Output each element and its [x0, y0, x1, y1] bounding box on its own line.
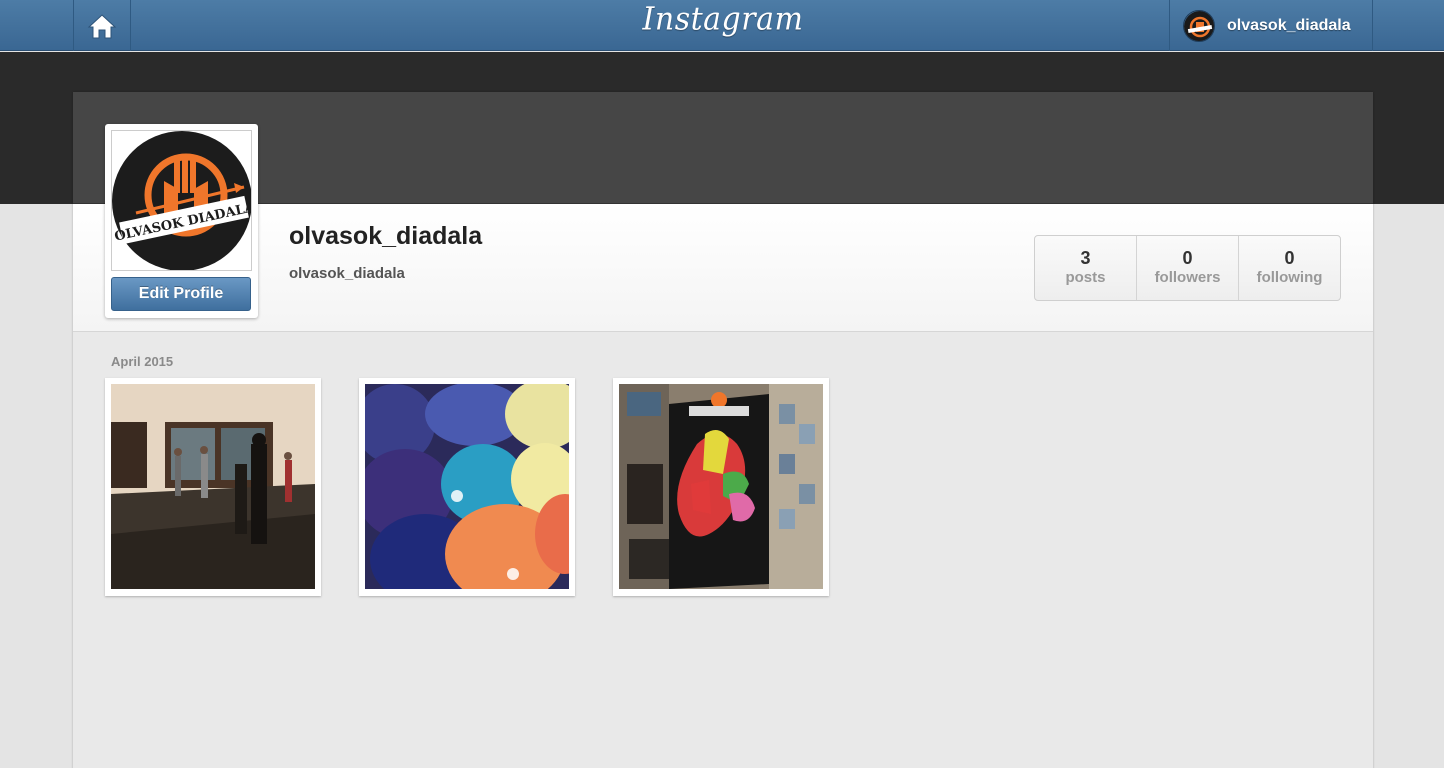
edit-profile-button[interactable]: Edit Profile: [111, 277, 251, 311]
profile-header-cover: [73, 92, 1373, 204]
stat-following[interactable]: 0 following: [1239, 236, 1340, 300]
stat-posts[interactable]: 3 posts: [1035, 236, 1137, 300]
photo-thumbnail[interactable]: [359, 378, 575, 596]
photo-thumbnail[interactable]: [613, 378, 829, 596]
stat-followers-label: followers: [1154, 269, 1221, 286]
photo-image: [365, 384, 569, 589]
stat-followers[interactable]: 0 followers: [1137, 236, 1239, 300]
photo-image: [619, 384, 823, 589]
profile-username: olvasok_diadala: [289, 222, 483, 250]
stat-followers-count: 0: [1182, 248, 1193, 268]
top-navigation-bar: Instagram olvasok_diadala: [0, 0, 1444, 51]
photo-image: [111, 384, 315, 589]
user-menu-button[interactable]: olvasok_diadala: [1169, 0, 1373, 51]
profile-avatar-frame: OLVASOK DIADALA Edit Profile: [105, 124, 258, 318]
profile-avatar[interactable]: OLVASOK DIADALA: [111, 130, 252, 271]
user-avatar-small: [1183, 9, 1215, 42]
stat-following-label: following: [1256, 269, 1323, 286]
profile-stats: 3 posts 0 followers 0 following: [1034, 235, 1341, 301]
feed-date-label: April 2015: [111, 354, 174, 369]
stat-following-count: 0: [1284, 248, 1295, 268]
stat-posts-label: posts: [1065, 269, 1106, 286]
photo-thumbnail[interactable]: [105, 378, 321, 596]
stat-posts-count: 3: [1080, 248, 1091, 268]
profile-full-name: olvasok_diadala: [289, 265, 405, 282]
username-label: olvasok_diadala: [1227, 16, 1351, 34]
profile-card: OLVASOK DIADALA Edit Profile olvasok_dia…: [73, 92, 1373, 768]
top-navigation-inner: Instagram olvasok_diadala: [73, 0, 1373, 51]
